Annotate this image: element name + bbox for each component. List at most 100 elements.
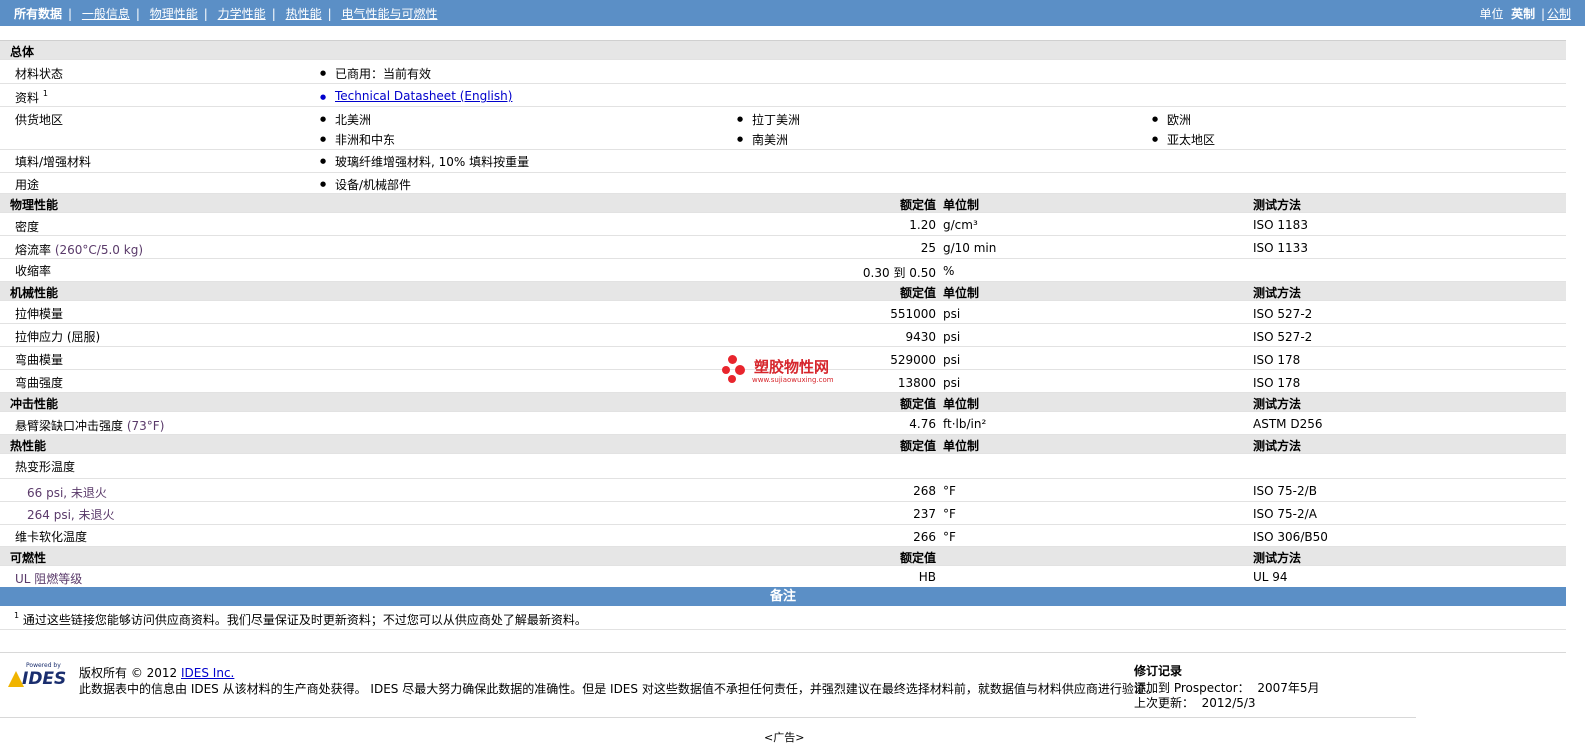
prop-method: ISO 1183 — [1253, 218, 1308, 232]
prop-value: 551000 — [890, 307, 936, 321]
col-method: 测试方法 — [1253, 397, 1302, 411]
row-material-status: 材料状态 已商用：当前有效 — [0, 60, 1566, 84]
region-item: 拉丁美洲 — [737, 111, 800, 128]
prop-method: ISO 306/B50 — [1253, 530, 1328, 544]
col-method: 测试方法 — [1253, 198, 1302, 212]
ides-logo: Powered by IDES — [8, 662, 70, 690]
prop-value: 25 — [920, 241, 936, 255]
watermark-title: 塑胶物性网 — [754, 358, 830, 376]
prop-unit: psi — [943, 376, 961, 390]
section-nav: 所有数据 | 一般信息 | 物理性能 | 力学性能 | 热性能 | 电气性能与可燃性 — [14, 7, 438, 21]
datasheet-link[interactable]: Technical Datasheet (English) — [320, 89, 512, 103]
prop-name: 收缩率 — [15, 264, 52, 278]
prop-method: ISO 527-2 — [1253, 307, 1313, 321]
unit-switcher: 单位 英制 | 公制 — [1479, 7, 1571, 21]
prop-name: 拉伸应力 (屈服) — [15, 330, 101, 344]
nav-all-data[interactable]: 所有数据 — [14, 7, 62, 21]
row-literature: 资料 1 Technical Datasheet (English) — [0, 84, 1566, 107]
section-title: 冲击性能 — [10, 397, 59, 411]
prop-name: 密度 — [15, 220, 40, 234]
prop-method: ISO 75-2/A — [1253, 507, 1317, 521]
prop-value: 237 — [913, 507, 936, 521]
row-label: 材料状态 — [15, 67, 64, 81]
prop-value: 13800 — [897, 376, 936, 390]
prop-name: 拉伸模量 — [15, 307, 64, 321]
disclaimer: 此数据表中的信息由 IDES 从该材料的生产商处获得。 IDES 尽最大努力确保… — [79, 682, 1158, 696]
nav-thermal[interactable]: 热性能 — [286, 7, 322, 21]
table-row: 拉伸应力 (屈服) 9430 psi ISO 527-2 — [0, 324, 1566, 347]
section-title: 总体 — [10, 45, 35, 59]
row-label: 用途 — [15, 178, 40, 192]
region-item: 北美洲 — [320, 111, 371, 128]
watermark-dot — [728, 375, 736, 383]
nav-physical[interactable]: 物理性能 — [150, 7, 198, 21]
col-unit: 单位制 — [943, 439, 980, 453]
prop-name: 66 psi, 未退火 — [27, 486, 107, 500]
table-row: 密度 1.20 g/cm³ ISO 1183 — [0, 213, 1566, 236]
prop-value: 268 — [913, 484, 936, 498]
prop-value: 529000 — [890, 353, 936, 367]
note-text: 1 通过这些链接您能够访问供应商资料。我们尽量保证及时更新资料；不过您可以从供应… — [14, 611, 587, 627]
section-header-flammability: 可燃性 额定值 测试方法 — [0, 547, 1566, 566]
row-filler: 填料/增强材料 玻璃纤维增强材料, 10% 填料按重量 — [0, 150, 1566, 173]
prop-method: ISO 75-2/B — [1253, 484, 1317, 498]
section-title: 机械性能 — [10, 286, 59, 300]
nav-electrical-flammability[interactable]: 电气性能与可燃性 — [341, 7, 437, 21]
prop-value: 266 — [913, 530, 936, 544]
prop-unit: °F — [943, 484, 956, 498]
row-label: 填料/增强材料 — [15, 155, 92, 169]
prop-unit: % — [943, 264, 955, 278]
prop-name: 维卡软化温度 — [15, 530, 88, 544]
prop-method: ISO 178 — [1253, 376, 1301, 390]
section-header-impact: 冲击性能 额定值 单位制 测试方法 — [0, 393, 1566, 412]
region-item: 南美洲 — [737, 131, 788, 148]
prop-value: HB — [918, 570, 936, 584]
prop-method: ISO 178 — [1253, 353, 1301, 367]
notes-row: 1 通过这些链接您能够访问供应商资料。我们尽量保证及时更新资料；不过您可以从供应… — [0, 607, 1566, 630]
unit-metric[interactable]: 公制 — [1547, 7, 1571, 21]
row-value: 设备/机械部件 — [320, 176, 411, 193]
table-row: 收缩率 0.30 到 0.50 % — [0, 259, 1566, 282]
nav-mechanical[interactable]: 力学性能 — [218, 7, 266, 21]
prop-method: ASTM D256 — [1253, 417, 1323, 431]
ad-label: <广告> — [764, 731, 805, 744]
unit-english[interactable]: 英制 — [1511, 7, 1535, 21]
revision-updated: 上次更新： 2012/5/3 — [1134, 696, 1256, 710]
table-row: 66 psi, 未退火 268 °F ISO 75-2/B — [0, 479, 1566, 502]
divider — [0, 652, 1566, 653]
prop-method: ISO 1133 — [1253, 241, 1308, 255]
prop-unit: °F — [943, 530, 956, 544]
prop-name: 弯曲强度 — [15, 376, 64, 390]
notes-header: 备注 — [0, 587, 1566, 606]
col-nominal: 额定值 — [899, 198, 936, 212]
prop-unit: psi — [943, 330, 961, 344]
prop-method: ISO 527-2 — [1253, 330, 1313, 344]
prop-name: 热变形温度 — [15, 460, 76, 474]
ides-link[interactable]: IDES Inc. — [181, 666, 234, 680]
col-unit: 单位制 — [943, 397, 980, 411]
col-nominal: 额定值 — [899, 286, 936, 300]
prop-unit: g/cm³ — [943, 218, 978, 232]
section-title: 热性能 — [10, 439, 47, 453]
prop-value: 4.76 — [909, 417, 936, 431]
prop-name: UL 阻燃等级 — [15, 572, 83, 586]
table-row: 热变形温度 — [0, 454, 1566, 479]
row-uses: 用途 设备/机械部件 — [0, 173, 1566, 194]
prop-unit: °F — [943, 507, 956, 521]
revision-title: 修订记录 — [1134, 664, 1183, 678]
nav-general-info[interactable]: 一般信息 — [82, 7, 130, 21]
watermark-dot — [728, 355, 737, 364]
prop-value: 0.30 到 0.50 — [862, 266, 936, 280]
col-nominal: 额定值 — [899, 439, 936, 453]
prop-unit: psi — [943, 307, 961, 321]
section-header-thermal: 热性能 额定值 单位制 测试方法 — [0, 435, 1566, 454]
row-label: 资料 1 — [15, 89, 48, 105]
copyright: 版权所有 © 2012 IDES Inc. — [79, 666, 235, 680]
section-title: 可燃性 — [10, 551, 47, 565]
row-value: 已商用：当前有效 — [320, 65, 431, 82]
prop-unit: psi — [943, 353, 961, 367]
col-method: 测试方法 — [1253, 439, 1302, 453]
region-item: 亚太地区 — [1152, 131, 1215, 148]
section-header-general: 总体 — [0, 41, 1566, 60]
prop-name: 弯曲模量 — [15, 353, 64, 367]
